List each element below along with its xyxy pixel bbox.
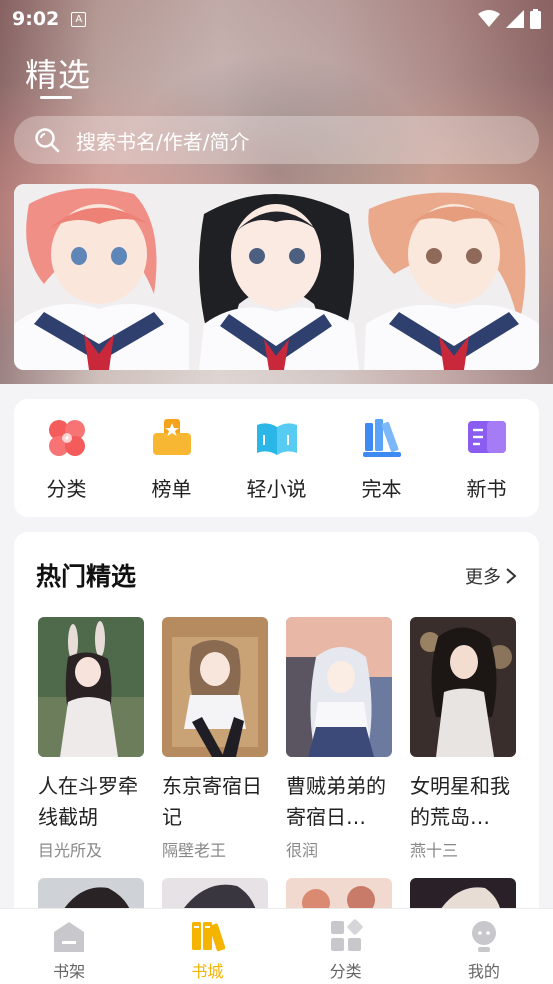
book-title: 人在斗罗牵线截胡: [38, 774, 138, 829]
quick-item-new-books[interactable]: 新书: [434, 399, 539, 517]
nav-item-category[interactable]: 分类: [277, 909, 415, 984]
bookstore-icon: [192, 922, 226, 952]
clover-icon: [48, 420, 85, 456]
nav-item-profile[interactable]: 我的: [415, 909, 553, 984]
nav-label: 书城: [191, 962, 224, 981]
book-card[interactable]: 东京寄宿日记 隔壁老王: [162, 617, 268, 861]
page-title[interactable]: 精选: [25, 50, 91, 96]
trophy-icon: [152, 419, 191, 455]
nav-label: 分类: [329, 962, 362, 981]
book-card[interactable]: 女明星和我的荒岛… 燕十三: [410, 617, 516, 861]
chevron-right-icon: [506, 568, 517, 584]
book-author: 燕十三: [410, 841, 459, 860]
book-cover: [286, 617, 392, 757]
search-input[interactable]: 搜索书名/作者/简介: [76, 126, 249, 155]
open-book-icon: [256, 423, 297, 455]
quick-label: 榜单: [151, 477, 192, 501]
quick-label: 分类: [46, 477, 87, 501]
new-book-icon: [467, 421, 506, 453]
wifi-icon: [478, 10, 500, 27]
book-title: 东京寄宿日记: [162, 774, 262, 829]
book-author: 隔壁老王: [162, 841, 227, 860]
book-title: 女明星和我的荒岛…: [410, 774, 510, 829]
title-underline: [40, 96, 72, 99]
quick-item-ranking[interactable]: 榜单: [119, 399, 224, 517]
status-time: 9:02: [12, 8, 60, 30]
notification-icon: A: [71, 11, 87, 27]
quick-label: 新书: [466, 477, 507, 501]
featured-banner[interactable]: [14, 184, 539, 370]
nav-label: 书架: [53, 962, 86, 981]
search-bar[interactable]: 搜索书名/作者/简介: [14, 116, 539, 164]
search-icon: [35, 128, 60, 153]
quick-item-category[interactable]: 分类: [14, 399, 119, 517]
book-title: 曹贼弟弟的寄宿日…: [286, 774, 386, 829]
banner-illustration: [14, 184, 539, 370]
more-link[interactable]: 更多: [465, 563, 517, 589]
bookshelf-icon: [362, 419, 401, 457]
bottom-nav: 书架 书城 分类 我的: [0, 908, 553, 984]
quick-category-panel: 分类 榜单 轻小说 完本 新书: [14, 399, 539, 517]
quick-label: 完本: [361, 477, 402, 501]
category-grid-icon: [330, 919, 363, 951]
quick-label: 轻小说: [246, 477, 307, 501]
book-card[interactable]: 人在斗罗牵线截胡 目光所及: [38, 617, 144, 861]
nav-item-bookshelf[interactable]: 书架: [0, 909, 138, 984]
book-card[interactable]: 曹贼弟弟的寄宿日… 很润: [286, 617, 392, 861]
book-cover: [410, 617, 516, 757]
book-cover: [38, 617, 144, 757]
hot-section: 热门精选 更多 人在斗罗牵线截胡 目光所及 东京寄宿日记 隔壁老王 曹贼弟弟的寄…: [14, 532, 539, 932]
book-cover: [162, 617, 268, 757]
bookshelf-home-icon: [54, 922, 85, 952]
section-title: 热门精选: [36, 562, 137, 591]
nav-item-bookstore[interactable]: 书城: [138, 909, 276, 984]
status-bar: 9:02 A: [0, 0, 553, 38]
signal-icon: [506, 10, 524, 28]
profile-icon: [471, 921, 496, 952]
battery-icon: [530, 9, 541, 29]
nav-label: 我的: [467, 962, 500, 981]
quick-item-completed[interactable]: 完本: [329, 399, 434, 517]
more-label: 更多: [465, 567, 501, 588]
book-author: 目光所及: [38, 841, 103, 860]
quick-item-light-novel[interactable]: 轻小说: [224, 399, 329, 517]
book-author: 很润: [286, 841, 319, 860]
